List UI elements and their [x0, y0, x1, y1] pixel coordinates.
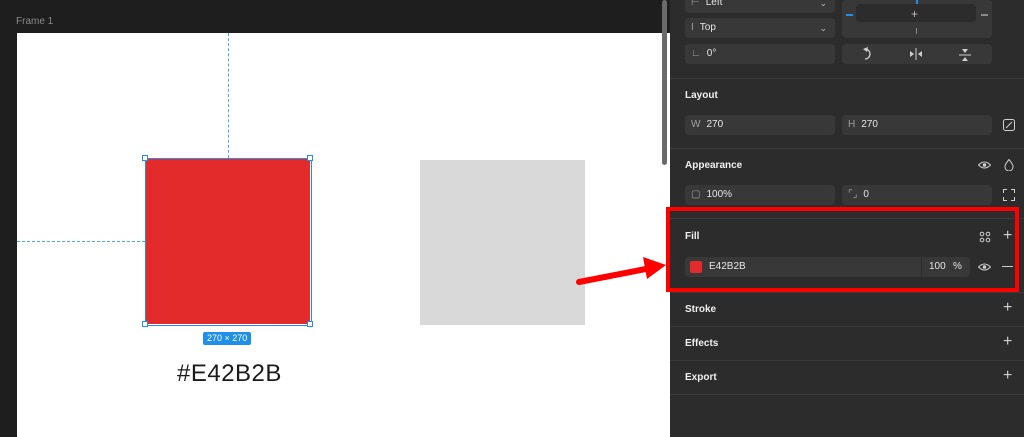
effects-section-title: Effects	[685, 338, 719, 349]
resize-handle-bottom-right[interactable]	[307, 321, 313, 327]
add-export-plus-icon[interactable]: +	[1003, 368, 1012, 384]
flip-horizontal-icon[interactable]	[909, 48, 923, 60]
resize-handle-top-right[interactable]	[307, 155, 313, 161]
export-section-title: Export	[685, 372, 717, 383]
vertical-constraint-select[interactable]: I Top ⌄	[685, 18, 835, 38]
height-field[interactable]: H 270	[842, 115, 992, 135]
canvas[interactable]: Frame 1 270 × 270 #E42B2B	[0, 0, 670, 437]
flip-vertical-icon[interactable]	[959, 48, 971, 62]
resize-handle-bottom-left[interactable]	[142, 321, 148, 327]
right-constraint-line[interactable]	[981, 14, 988, 16]
transform-actions	[842, 44, 992, 64]
selection-box	[145, 158, 312, 326]
rotate-icon[interactable]	[862, 47, 874, 61]
divider	[670, 394, 1024, 395]
canvas-scrollbar[interactable]	[662, 0, 667, 165]
resize-handle-top-left[interactable]	[142, 155, 148, 161]
vertical-guide	[228, 33, 229, 158]
divider	[670, 292, 1024, 293]
center-plus-icon: +	[911, 7, 919, 21]
opacity-field[interactable]: ▢ 100%	[685, 185, 835, 205]
chevron-down-icon: ⌄	[819, 23, 827, 33]
fill-highlight-annotation	[666, 207, 1019, 292]
align-left-icon: ⊢	[691, 0, 700, 8]
divider	[670, 78, 1024, 79]
bottom-constraint-line[interactable]	[916, 28, 917, 34]
rotation-field[interactable]: ∟ 0°	[685, 44, 835, 64]
divider	[670, 326, 1024, 327]
blend-mode-drop-icon[interactable]	[1004, 159, 1014, 171]
horizontal-constraint-select[interactable]: ⊢ Left ⌄	[685, 0, 835, 13]
size-badge: 270 × 270	[203, 332, 252, 345]
corner-radius-icon: ⌜⌟	[848, 189, 858, 200]
chevron-down-icon: ⌄	[819, 0, 827, 8]
opacity-icon: ▢	[691, 189, 701, 200]
align-top-icon: I	[691, 22, 694, 33]
stroke-section-title: Stroke	[685, 304, 717, 315]
appearance-section-title: Appearance	[685, 160, 743, 171]
top-constraint-line[interactable]	[916, 0, 918, 4]
gray-rectangle[interactable]	[420, 160, 585, 325]
add-stroke-plus-icon[interactable]: +	[1003, 300, 1012, 316]
corner-radius-field[interactable]: ⌜⌟ 0	[842, 185, 992, 205]
annotation-arrow	[576, 257, 666, 285]
constraint-widget[interactable]: +	[842, 0, 992, 38]
add-effect-plus-icon[interactable]: +	[1003, 334, 1012, 350]
independent-corners-icon[interactable]	[1003, 189, 1015, 201]
hex-caption-text[interactable]: #E42B2B	[177, 360, 282, 388]
frame-label[interactable]: Frame 1	[16, 16, 53, 27]
horizontal-guide	[17, 241, 145, 242]
constrain-proportions-icon[interactable]	[1003, 119, 1015, 131]
layout-section-title: Layout	[685, 90, 718, 101]
divider	[670, 148, 1024, 149]
divider	[670, 360, 1024, 361]
width-field[interactable]: W 270	[685, 115, 835, 135]
left-constraint-line[interactable]	[846, 14, 853, 16]
angle-icon: ∟	[691, 48, 701, 59]
eye-icon[interactable]	[978, 160, 991, 170]
